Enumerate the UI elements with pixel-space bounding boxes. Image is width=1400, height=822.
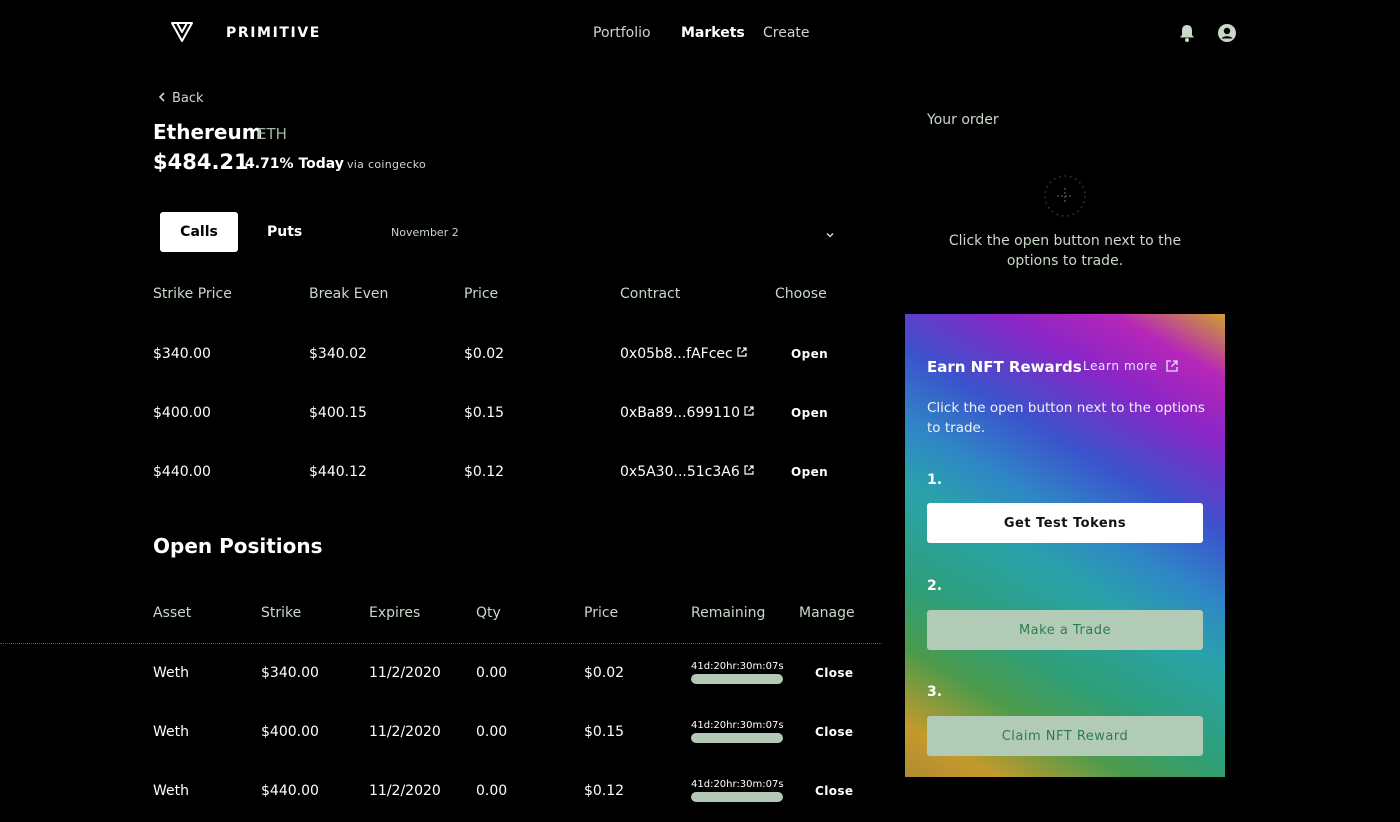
remaining-time: 41d:20hr:30m:07s (691, 779, 784, 790)
bell-icon[interactable] (1177, 23, 1197, 43)
col-break-even: Break Even (309, 286, 389, 302)
remaining-progress-bar (691, 733, 783, 743)
account-icon[interactable] (1217, 23, 1237, 43)
open-button[interactable]: Open (791, 406, 828, 420)
asset-name: Ethereum (153, 120, 263, 144)
option-strike: $440.00 (153, 464, 211, 480)
primitive-logo-icon[interactable] (170, 20, 194, 44)
position-price: $0.12 (584, 783, 625, 799)
make-trade-button[interactable]: Make a Trade (927, 610, 1203, 650)
remaining-progress-bar (691, 674, 783, 684)
position-qty: 0.00 (476, 724, 508, 740)
col-strike-price: Strike Price (153, 286, 232, 302)
position-strike: $340.00 (261, 665, 319, 681)
price-source: via coingecko (347, 158, 427, 171)
position-price: $0.15 (584, 724, 625, 740)
close-position-button[interactable]: Close (815, 666, 853, 680)
nav-create[interactable]: Create (763, 25, 810, 41)
asset-price: $484.21 (153, 150, 249, 174)
remaining-timer: 41d:20hr:30m:07s (691, 720, 784, 743)
position-asset: Weth (153, 665, 189, 681)
table-divider (0, 643, 882, 644)
nav-markets[interactable]: Markets (681, 25, 745, 41)
col-qty: Qty (476, 605, 501, 621)
external-link-icon (744, 406, 754, 416)
option-price: $0.15 (464, 405, 505, 421)
position-qty: 0.00 (476, 783, 508, 799)
close-position-button[interactable]: Close (815, 784, 853, 798)
remaining-time: 41d:20hr:30m:07s (691, 720, 784, 731)
col-manage: Manage (799, 605, 855, 621)
position-asset: Weth (153, 724, 189, 740)
order-hint: Click the open button next to the option… (948, 233, 1182, 269)
option-strike: $340.00 (153, 346, 211, 362)
nav-portfolio[interactable]: Portfolio (593, 25, 651, 41)
col-price: Price (464, 286, 499, 302)
remaining-progress-bar (691, 792, 783, 802)
position-expires: 11/2/2020 (369, 783, 441, 799)
contract-link[interactable]: 0xBa89...699110 (620, 405, 754, 421)
position-qty: 0.00 (476, 665, 508, 681)
step-number: 1. (927, 472, 943, 488)
contract-link[interactable]: 0x05b8...fAFcec (620, 346, 747, 362)
col-remaining: Remaining (691, 605, 766, 621)
chevron-down-icon[interactable] (824, 226, 836, 238)
contract-link[interactable]: 0x5A30...51c3A6 (620, 464, 754, 480)
contract-address: 0xBa89...699110 (620, 405, 740, 421)
option-break-even: $340.02 (309, 346, 367, 362)
position-expires: 11/2/2020 (369, 724, 441, 740)
position-asset: Weth (153, 783, 189, 799)
col-contract: Contract (620, 286, 681, 302)
expiry-select[interactable]: November 2 (391, 226, 459, 239)
get-test-tokens-button[interactable]: Get Test Tokens (927, 503, 1203, 543)
option-break-even: $400.15 (309, 405, 367, 421)
learn-more-label: Learn more (1083, 359, 1158, 373)
step-number: 2. (927, 578, 943, 594)
option-price: $0.02 (464, 346, 505, 362)
position-strike: $440.00 (261, 783, 319, 799)
learn-more-link[interactable]: Learn more (1083, 359, 1179, 373)
col-strike: Strike (261, 605, 302, 621)
empty-order-icon (1043, 174, 1087, 218)
position-expires: 11/2/2020 (369, 665, 441, 681)
external-link-icon (737, 347, 747, 357)
col-choose: Choose (775, 286, 827, 302)
asset-change: 4.71% Today (245, 156, 344, 172)
option-strike: $400.00 (153, 405, 211, 421)
nft-rewards-card: Earn NFT Rewards Learn more Click the op… (905, 314, 1225, 777)
option-price: $0.12 (464, 464, 505, 480)
col-expires: Expires (369, 605, 421, 621)
back-link[interactable]: Back (158, 91, 204, 106)
col-asset: Asset (153, 605, 192, 621)
step-number: 3. (927, 684, 943, 700)
open-positions-title: Open Positions (153, 534, 323, 558)
tab-puts[interactable]: Puts (267, 224, 302, 240)
external-link-icon (1166, 360, 1179, 372)
remaining-timer: 41d:20hr:30m:07s (691, 661, 784, 684)
open-button[interactable]: Open (791, 465, 828, 479)
remaining-time: 41d:20hr:30m:07s (691, 661, 784, 672)
chevron-left-icon (158, 91, 166, 106)
option-break-even: $440.12 (309, 464, 367, 480)
open-button[interactable]: Open (791, 347, 828, 361)
nft-description: Click the open button next to the option… (927, 400, 1205, 436)
remaining-timer: 41d:20hr:30m:07s (691, 779, 784, 802)
brand-name[interactable]: PRIMITIVE (226, 25, 321, 41)
your-order-title: Your order (927, 112, 999, 128)
close-position-button[interactable]: Close (815, 725, 853, 739)
nft-title: Earn NFT Rewards (927, 358, 1082, 376)
tab-calls[interactable]: Calls (160, 212, 238, 252)
contract-address: 0x5A30...51c3A6 (620, 464, 740, 480)
col-price: Price (584, 605, 619, 621)
claim-nft-reward-button[interactable]: Claim NFT Reward (927, 716, 1203, 756)
external-link-icon (744, 465, 754, 475)
contract-address: 0x05b8...fAFcec (620, 346, 733, 362)
back-label: Back (172, 91, 204, 106)
asset-symbol: ETH (257, 125, 287, 143)
position-price: $0.02 (584, 665, 625, 681)
position-strike: $400.00 (261, 724, 319, 740)
